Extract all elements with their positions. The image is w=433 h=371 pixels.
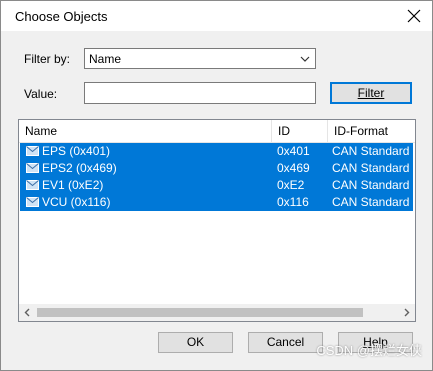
- cancel-button[interactable]: Cancel: [248, 332, 323, 353]
- dialog-title: Choose Objects: [15, 9, 108, 24]
- table-row[interactable]: EV1 (0xE2) 0xE2 CAN Standard: [20, 177, 413, 194]
- row-id: 0x116: [277, 195, 309, 209]
- filter-by-value: Name: [89, 52, 122, 66]
- filter-by-select[interactable]: Name: [84, 48, 316, 69]
- chevron-down-icon: [300, 56, 310, 62]
- horizontal-scrollbar[interactable]: [19, 304, 415, 321]
- row-name: EPS2 (0x469): [42, 161, 117, 175]
- table-row[interactable]: EPS (0x401) 0x401 CAN Standard: [20, 143, 413, 160]
- row-name: EV1 (0xE2): [42, 178, 104, 192]
- filter-by-label: Filter by:: [24, 52, 71, 66]
- title-bar: Choose Objects: [1, 1, 432, 31]
- list-header: Name ID ID-Format: [19, 120, 415, 143]
- row-name: VCU (0x116): [42, 195, 111, 209]
- scrollbar-thumb[interactable]: [37, 308, 363, 317]
- table-row[interactable]: VCU (0x116) 0x116 CAN Standard: [20, 194, 413, 211]
- row-id-format: CAN Standard: [332, 161, 410, 175]
- column-header-name[interactable]: Name: [19, 120, 271, 142]
- ok-button-label: OK: [186, 335, 205, 349]
- message-icon: [26, 197, 39, 207]
- cancel-button-label: Cancel: [266, 335, 305, 349]
- filter-button-label: Filter: [357, 86, 385, 100]
- close-icon[interactable]: [402, 4, 426, 28]
- row-id-format: CAN Standard: [332, 144, 410, 158]
- row-id: 0x469: [277, 161, 310, 175]
- message-icon: [26, 163, 39, 173]
- watermark: CSDN @摆烂女侠: [316, 343, 422, 358]
- column-header-id-format[interactable]: ID-Format: [328, 120, 415, 142]
- message-icon: [26, 180, 39, 190]
- scroll-left-icon[interactable]: [23, 308, 32, 317]
- value-input[interactable]: [84, 82, 316, 104]
- row-id: 0x401: [277, 144, 310, 158]
- choose-objects-dialog: Choose Objects Filter by: Name Value: Fi…: [0, 0, 433, 371]
- column-header-id[interactable]: ID: [272, 120, 327, 142]
- row-id-format: CAN Standard: [332, 178, 410, 192]
- row-id: 0xE2: [277, 178, 305, 192]
- row-name: EPS (0x401): [42, 144, 111, 158]
- message-icon: [26, 146, 39, 156]
- objects-list[interactable]: Name ID ID-Format EPS (0x401) 0x401 CAN …: [18, 119, 416, 322]
- row-id-format: CAN Standard: [332, 195, 410, 209]
- filter-button[interactable]: Filter: [330, 82, 412, 104]
- value-label: Value:: [24, 87, 58, 101]
- ok-button[interactable]: OK: [158, 332, 233, 353]
- scroll-right-icon[interactable]: [402, 308, 411, 317]
- table-row[interactable]: EPS2 (0x469) 0x469 CAN Standard: [20, 160, 413, 177]
